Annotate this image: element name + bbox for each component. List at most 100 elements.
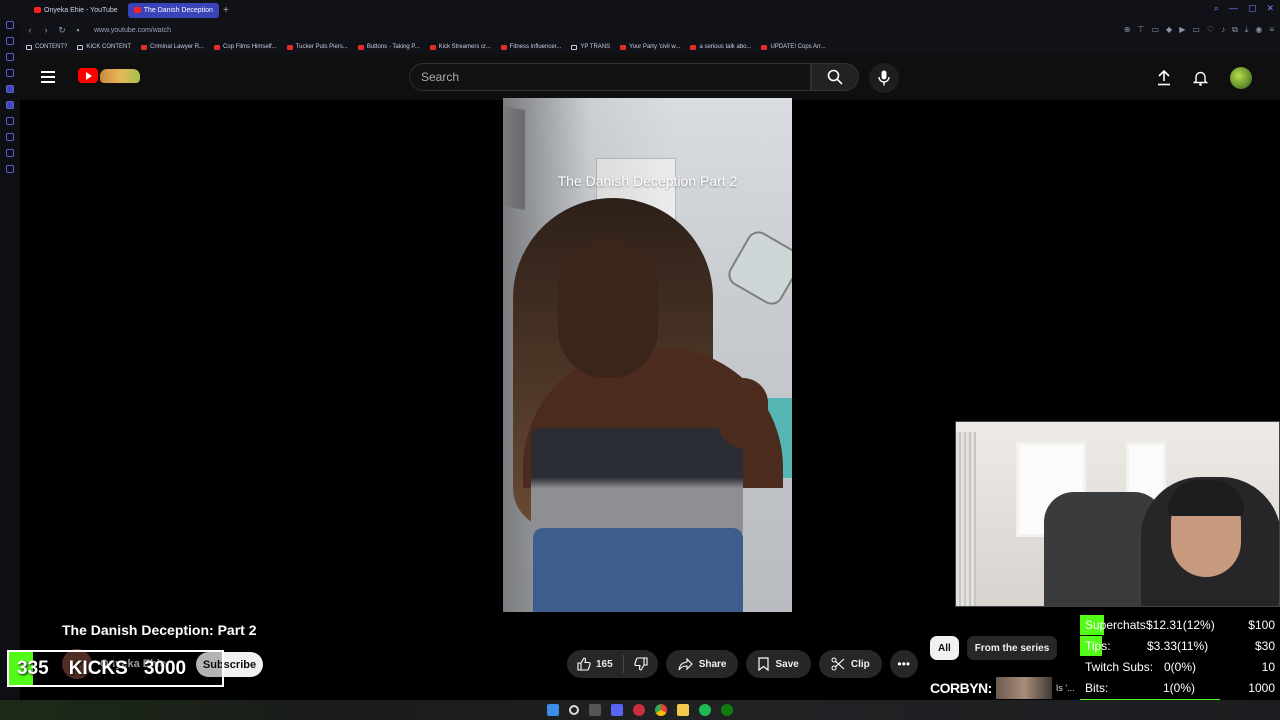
bookmark-label: a serious talk abo... <box>699 44 752 50</box>
settings-icon[interactable] <box>6 165 14 173</box>
share-button[interactable]: Share <box>665 650 739 678</box>
new-tab-icon[interactable]: + <box>223 5 229 16</box>
save-button[interactable]: Save <box>746 650 811 678</box>
youtube-favicon-icon <box>357 44 364 50</box>
bookmark-label: UPDATE! Cops Arr... <box>770 44 826 50</box>
bookmark-item[interactable]: Cop Films Himself... <box>214 44 277 50</box>
video-frame-hand <box>718 378 768 448</box>
pip-icon[interactable]: ▭ <box>1192 25 1200 35</box>
forward-icon[interactable]: › <box>40 25 52 35</box>
recommended-video[interactable]: CORBYN: Is '... <box>930 676 1080 700</box>
folder-icon <box>26 44 32 50</box>
youtube-favicon-icon <box>761 44 768 50</box>
video-frame-jeans <box>533 528 743 612</box>
xbox-icon[interactable] <box>721 704 733 716</box>
chip-all[interactable]: All <box>930 636 959 660</box>
account-avatar[interactable] <box>1230 67 1252 89</box>
kicks-goal-overlay: 335 KICKS 3000 <box>7 650 224 687</box>
sidebar-icon-2[interactable] <box>6 37 14 45</box>
youtube-logo[interactable] <box>78 68 140 83</box>
chrome-icon[interactable] <box>655 704 667 716</box>
recommended-thumbnail <box>995 677 1052 699</box>
pin-icon[interactable]: ⊤ <box>1138 25 1145 35</box>
sidebar-icon-3[interactable] <box>6 53 14 61</box>
bookmark-item[interactable]: YP TRANS <box>571 44 610 50</box>
bookmark-label: Tucker Puts Piers... <box>295 44 348 50</box>
file-explorer-icon[interactable] <box>677 704 689 716</box>
address-bar-icons: ⊕ ⊤ ▭ ◆ ▶ ▭ ♡ ♪ ⧉ ⤓ ◉ ≡ <box>1124 25 1274 35</box>
search-taskbar-icon[interactable] <box>569 705 579 715</box>
clock-icon[interactable] <box>6 149 14 157</box>
bookmark-item[interactable]: UPDATE! Cops Arr... <box>761 44 826 50</box>
heart-icon[interactable]: ♡ <box>1207 25 1214 35</box>
task-view-icon[interactable] <box>589 704 601 716</box>
maximize-icon[interactable]: ▢ <box>1248 3 1257 14</box>
goal-name: Twitch Subs: <box>1085 660 1154 674</box>
bookmark-item[interactable]: Your Party 'civil w... <box>620 44 680 50</box>
like-button[interactable]: 165 <box>567 657 623 671</box>
notifications-bell-icon[interactable] <box>1193 70 1208 86</box>
webcam-blinds <box>956 432 976 606</box>
youtube-favicon-icon <box>429 44 436 50</box>
reload-icon[interactable]: ↻ <box>56 25 68 36</box>
player-icon[interactable]: ▶ <box>1179 25 1185 35</box>
sidebar-icon-4[interactable] <box>6 69 14 77</box>
bookmark-item[interactable]: KICK CONTENT <box>77 44 131 50</box>
voice-search-button[interactable] <box>869 63 899 93</box>
music-icon[interactable]: ♪ <box>1221 25 1225 35</box>
bookmark-icon <box>758 657 770 671</box>
windows-start-icon[interactable] <box>547 704 559 716</box>
messenger-icon[interactable] <box>6 101 14 109</box>
upload-icon[interactable] <box>1157 70 1171 86</box>
profile-icon[interactable]: ◉ <box>1255 25 1262 35</box>
tab-onyeka[interactable]: Onyeka Ehie - YouTube <box>28 3 124 18</box>
goal-name: Bits: <box>1085 681 1109 695</box>
opera-taskbar-icon[interactable] <box>633 704 645 716</box>
thumbs-up-icon <box>577 657 591 671</box>
history-icon[interactable] <box>6 133 14 141</box>
bookmark-item[interactable]: a serious talk abo... <box>690 44 751 50</box>
minimize-icon[interactable]: — <box>1229 3 1238 14</box>
screenshot-icon[interactable]: ▭ <box>1151 25 1159 35</box>
dislike-button[interactable] <box>624 657 658 671</box>
sidebar-icon-1[interactable] <box>6 21 14 29</box>
bookmark-item[interactable]: Criminal Lawyer R... <box>141 44 204 50</box>
spotify-icon[interactable] <box>699 704 711 716</box>
shield-icon[interactable]: ◆ <box>1166 25 1172 35</box>
bookmark-item[interactable]: CONTENT? <box>26 44 67 50</box>
bookmarks-bar: CONTENT? KICK CONTENT Criminal Lawyer R...… <box>20 40 1280 54</box>
instagram-icon[interactable] <box>6 117 14 125</box>
download-icon[interactable]: ⤓ <box>1245 25 1249 35</box>
goal-row: Bits: 1(0%) 1000 <box>1080 678 1280 698</box>
recommended-title: Is '... <box>1055 683 1075 693</box>
goal-target: $30 <box>1254 639 1275 653</box>
url-field[interactable]: www.youtube.com/watch <box>94 27 171 34</box>
discord-icon[interactable] <box>611 704 623 716</box>
search-icon <box>827 69 843 85</box>
search-input[interactable]: Search <box>409 63 811 91</box>
chip-from-the-series[interactable]: From the series <box>966 636 1058 660</box>
hamburger-menu-icon[interactable] <box>41 71 55 83</box>
bookmark-item[interactable]: Tucker Puts Piers... <box>286 44 348 50</box>
search-button[interactable] <box>811 63 859 91</box>
bookmark-item[interactable]: Fitness influencer... <box>500 44 562 50</box>
menu-icon[interactable]: ≡ <box>1269 25 1274 35</box>
more-actions-button[interactable]: ••• <box>889 650 918 678</box>
tab-danish-deception[interactable]: The Danish Deception <box>127 2 219 18</box>
video-caption-overlay: The Danish Deception Part 2 <box>557 173 738 189</box>
close-icon[interactable]: ✕ <box>1266 3 1274 14</box>
bookmark-label: CONTENT? <box>35 44 68 50</box>
bookmark-item[interactable]: Kick Streamers cr... <box>429 44 491 50</box>
back-icon[interactable]: ‹ <box>24 25 36 35</box>
zoom-icon[interactable]: ⊕ <box>1124 25 1131 35</box>
bookmark-item[interactable]: Buttons - Taking P... <box>357 44 420 50</box>
bookmark-label: Kick Streamers cr... <box>438 44 491 50</box>
search-tabs-icon[interactable]: ⌕ <box>1214 3 1219 14</box>
twitch-icon[interactable] <box>6 85 14 93</box>
video-player[interactable]: The Danish Deception Part 2 <box>503 98 792 612</box>
extensions-icon[interactable]: ⧉ <box>1232 25 1238 35</box>
bookmark-label: Fitness influencer... <box>509 44 562 50</box>
streamer-webcam <box>955 421 1280 607</box>
video-title: The Danish Deception: Part 2 <box>62 622 257 638</box>
clip-button[interactable]: Clip <box>818 650 882 678</box>
